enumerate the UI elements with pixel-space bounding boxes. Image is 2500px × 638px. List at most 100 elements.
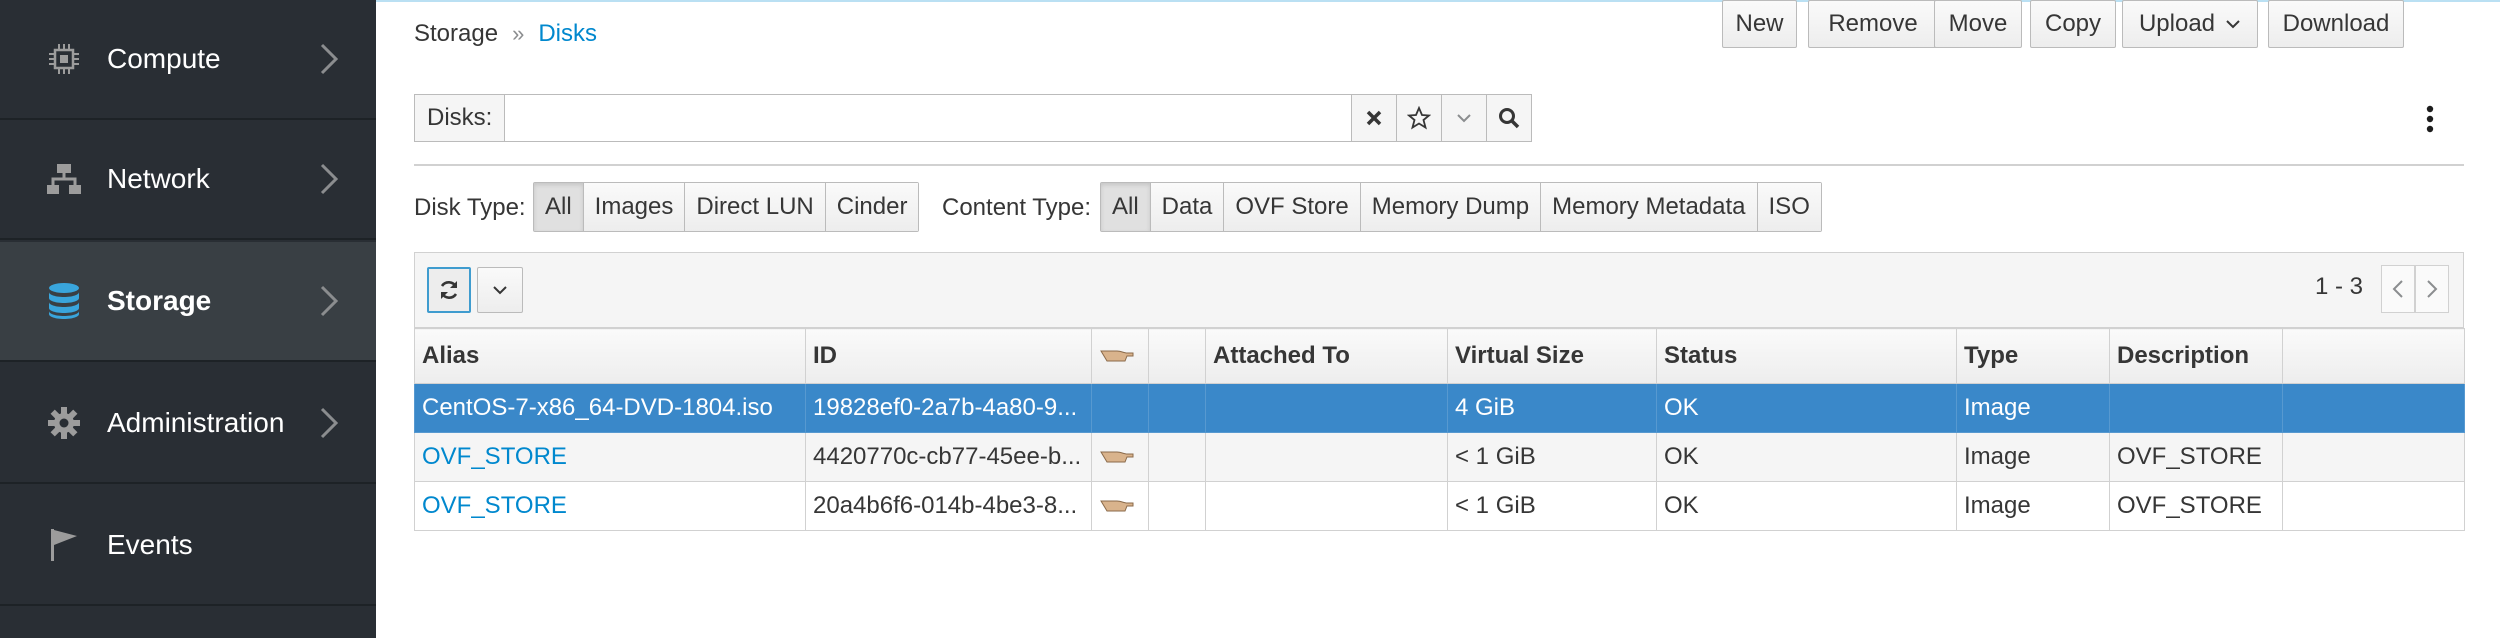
search-history-dropdown[interactable] (1442, 94, 1488, 142)
content-type-iso[interactable]: ISO (1757, 183, 1821, 231)
chevron-right-icon (320, 285, 339, 317)
cell-alias[interactable]: OVF_STORE (414, 432, 806, 482)
content-type-label: Content Type: (942, 194, 1091, 221)
cell-empty (2282, 432, 2465, 482)
remove-button[interactable]: Remove (1808, 0, 1938, 48)
download-button[interactable]: Download (2268, 0, 2404, 48)
cell-description (2109, 383, 2283, 433)
breadcrumb-parent[interactable]: Storage (414, 20, 498, 48)
cell-description: OVF_STORE (2109, 432, 2283, 482)
divider (414, 164, 2464, 166)
kebab-menu-icon[interactable] (2424, 104, 2436, 134)
search-button[interactable] (1487, 94, 1533, 142)
cell-type: Image (1956, 432, 2110, 482)
cell-virtual-size: 4 GiB (1447, 383, 1657, 433)
move-button-label: Move (1948, 10, 2008, 37)
download-button-label: Download (2282, 10, 2390, 37)
column-header-id[interactable]: ID (805, 328, 1092, 384)
database-icon (44, 281, 84, 321)
alias-link[interactable]: CentOS-7-x86_64-DVD-1804.iso (422, 394, 773, 421)
sidebar-item-compute[interactable]: Compute (0, 0, 376, 120)
alias-link[interactable]: OVF_STORE (422, 443, 567, 470)
content-type-memory-metadata[interactable]: Memory Metadata (1541, 183, 1758, 231)
chevron-right-icon (320, 163, 339, 195)
column-header-shareable[interactable] (1091, 328, 1149, 384)
sidebar-item-label: Events (107, 529, 193, 560)
disk-type-cinder[interactable]: Cinder (825, 183, 919, 231)
pagination-range: 1 - 3 (2314, 273, 2363, 300)
grid-toolbar: 1 - 3 (414, 252, 2464, 328)
cell-shareable (1091, 383, 1149, 433)
table-row[interactable]: OVF_STORE 20a4b6f6-014b-4be3-8... < 1 Gi… (414, 481, 2465, 531)
cell-empty (2282, 383, 2465, 433)
next-page-button[interactable] (2415, 265, 2449, 313)
cell-icon (1148, 481, 1206, 531)
cell-attached-to (1205, 383, 1448, 433)
move-button[interactable]: Move (1934, 0, 2022, 48)
table-row[interactable]: OVF_STORE 4420770c-cb77-45ee-b... < 1 Gi… (414, 432, 2465, 482)
column-header-status[interactable]: Status (1656, 328, 1957, 384)
previous-page-button[interactable] (2381, 265, 2415, 313)
cell-virtual-size: < 1 GiB (1447, 481, 1657, 531)
content-type-filter: All Data OVF Store Memory Dump Memory Me… (1100, 182, 1822, 232)
disk-type-direct-lun[interactable]: Direct LUN (685, 183, 826, 231)
table-row[interactable]: CentOS-7-x86_64-DVD-1804.iso 19828ef0-2a… (414, 383, 2465, 433)
cell-icon (1148, 432, 1206, 482)
refresh-icon (440, 281, 458, 299)
cell-shareable (1091, 481, 1149, 531)
clear-search-button[interactable] (1352, 94, 1398, 142)
chevron-down-icon (1457, 114, 1472, 123)
column-header-type[interactable]: Type (1956, 328, 2110, 384)
chevron-right-icon (320, 407, 339, 439)
copy-button[interactable]: Copy (2030, 0, 2116, 48)
breadcrumb-separator: » (512, 21, 525, 46)
cell-status: OK (1656, 481, 1957, 531)
sidebar-item-network[interactable]: Network (0, 120, 376, 240)
content-type-all[interactable]: All (1101, 183, 1151, 231)
alias-link[interactable]: OVF_STORE (422, 492, 567, 519)
content-type-data[interactable]: Data (1150, 183, 1225, 231)
hand-icon (1100, 350, 1134, 362)
cpu-icon (44, 39, 84, 79)
cell-alias[interactable]: OVF_STORE (414, 481, 806, 531)
cell-id: 4420770c-cb77-45ee-b... (805, 432, 1092, 482)
new-button-label: New (1735, 10, 1784, 37)
cell-description: OVF_STORE (2109, 481, 2283, 531)
sidebar-item-label: Storage (107, 285, 212, 316)
cell-status: OK (1656, 432, 1957, 482)
cell-alias[interactable]: CentOS-7-x86_64-DVD-1804.iso (414, 383, 806, 433)
column-header-attached-to[interactable]: Attached To (1205, 328, 1448, 384)
new-button[interactable]: New (1722, 0, 1797, 48)
column-header-description[interactable]: Description (2109, 328, 2283, 384)
disk-type-images[interactable]: Images (583, 183, 686, 231)
refresh-rate-dropdown[interactable] (477, 267, 523, 313)
cell-status: OK (1656, 383, 1957, 433)
cell-virtual-size: < 1 GiB (1447, 432, 1657, 482)
cell-type: Image (1956, 481, 2110, 531)
upload-dropdown-button[interactable]: Upload (2122, 0, 2258, 48)
network-icon (44, 159, 84, 199)
sidebar-item-administration[interactable]: Administration (0, 364, 376, 484)
gear-icon (44, 403, 84, 443)
column-header-empty (2282, 328, 2465, 384)
sidebar-item-storage[interactable]: Storage (0, 242, 376, 362)
disk-type-label: Disk Type: (414, 194, 526, 221)
column-header-alias[interactable]: Alias (414, 328, 806, 384)
chevron-right-icon (320, 43, 339, 75)
cell-empty (2282, 481, 2465, 531)
content-type-memory-dump[interactable]: Memory Dump (1360, 183, 1542, 231)
refresh-button[interactable] (427, 267, 471, 313)
cell-type: Image (1956, 383, 2110, 433)
bookmark-search-button[interactable] (1397, 94, 1443, 142)
search-input[interactable] (505, 94, 1353, 142)
disk-type-all[interactable]: All (534, 183, 584, 231)
search-icon (1499, 108, 1520, 129)
close-icon (1367, 110, 1382, 126)
cell-shareable (1091, 432, 1149, 482)
sidebar-item-events[interactable]: Events (0, 486, 376, 606)
chevron-right-icon (2427, 280, 2438, 298)
breadcrumb: Storage » Disks (414, 20, 597, 48)
breadcrumb-current[interactable]: Disks (538, 20, 597, 48)
content-type-ovf-store[interactable]: OVF Store (1224, 183, 1361, 231)
column-header-virtual-size[interactable]: Virtual Size (1447, 328, 1657, 384)
